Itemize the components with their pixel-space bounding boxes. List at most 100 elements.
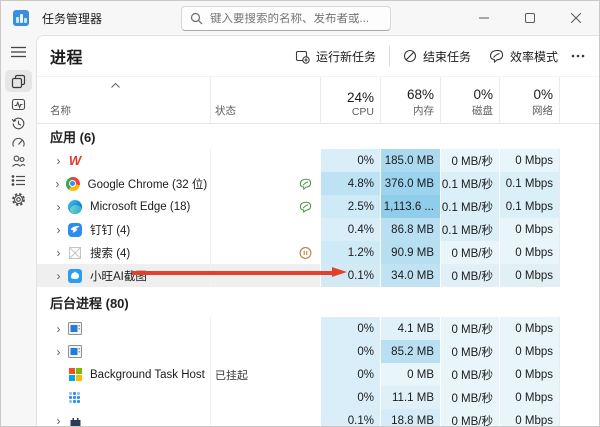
menu-icon — [11, 46, 26, 58]
sort-ascending-icon — [111, 83, 120, 88]
title-bar: 任务管理器 — [1, 1, 599, 35]
disk-cell: 0 MB/秒 — [440, 363, 499, 386]
cpu-cell: 0.4% — [320, 218, 380, 241]
users-icon — [11, 154, 26, 168]
network-cell: 0 Mbps — [499, 241, 559, 264]
expand-chevron-icon[interactable]: › — [50, 224, 67, 236]
disk-cell: 0 MB/秒 — [440, 241, 499, 264]
table-row-bg-2[interactable]: › 0% 85.2 MB 0 MB/秒 0 Mbps — [37, 340, 599, 363]
end-task-icon — [403, 49, 417, 63]
sidebar-item-startup-apps[interactable] — [5, 133, 32, 151]
column-header-network[interactable]: 0% 网络 — [499, 77, 559, 123]
network-cell: 0 Mbps — [499, 386, 559, 409]
cpu-cell: 0% — [320, 149, 380, 172]
network-cell: 0 Mbps — [499, 149, 559, 172]
table-row-background-task-host[interactable]: › Background Task Host 已挂起 0% 0 MB 0 MB/… — [37, 363, 599, 386]
sidebar-item-processes[interactable] — [5, 70, 32, 92]
sidebar-item-performance[interactable] — [5, 95, 32, 113]
network-cell: 0 Mbps — [499, 218, 559, 241]
close-button[interactable] — [553, 1, 599, 35]
run-new-task-icon — [295, 49, 310, 64]
section-header-background[interactable]: 后台进程 (80) — [37, 287, 599, 317]
section-header-apps[interactable]: 应用 (6) — [37, 124, 599, 149]
end-task-button[interactable]: 结束任务 — [394, 43, 480, 70]
efficiency-mode-icon — [489, 49, 504, 63]
disk-cell: 0.1 MB/秒 — [440, 195, 499, 218]
memory-cell: 185.0 MB — [380, 149, 440, 172]
ms-logo-icon — [67, 367, 83, 383]
expand-chevron-icon[interactable]: › — [50, 178, 65, 190]
table-row-wps[interactable]: › W 0% 185.0 MB 0 MB/秒 0 Mbps — [37, 149, 599, 172]
sidebar-item-services[interactable] — [5, 190, 32, 208]
memory-cell: 86.8 MB — [380, 218, 440, 241]
memory-cell: 1,113.6 ... — [380, 195, 440, 218]
end-task-label: 结束任务 — [423, 48, 471, 65]
memory-cell: 18.8 MB — [380, 409, 440, 427]
search-icon — [190, 12, 203, 25]
memory-cell: 85.2 MB — [380, 340, 440, 363]
table-row-search[interactable]: › 搜索 (4) 1.2% 90.9 MB 0 MB/秒 0 Mbps — [37, 241, 599, 264]
table-row-edge[interactable]: › Microsoft Edge (18) 2.5% 1,113.6 ... 0… — [37, 195, 599, 218]
sidebar-item-details[interactable] — [5, 171, 32, 189]
disk-cell: 0 MB/秒 — [440, 317, 499, 340]
expand-chevron-icon[interactable]: › — [50, 201, 67, 213]
expand-chevron-icon[interactable]: › — [50, 247, 67, 259]
edge-icon — [67, 199, 83, 215]
column-header-name[interactable]: 名称 — [37, 77, 210, 123]
minimize-button[interactable] — [461, 1, 507, 35]
column-header-disk[interactable]: 0% 磁盘 — [440, 77, 499, 123]
sidebar-item-users[interactable] — [5, 152, 32, 170]
network-cell: 0 Mbps — [499, 340, 559, 363]
network-cell: 0 Mbps — [499, 264, 559, 287]
maximize-button[interactable] — [507, 1, 553, 35]
efficiency-leaf-icon — [299, 178, 312, 190]
memory-cell: 4.1 MB — [380, 317, 440, 340]
disk-cell: 0 MB/秒 — [440, 149, 499, 172]
expand-chevron-icon[interactable]: › — [50, 323, 67, 335]
cpu-cell: 0% — [320, 317, 380, 340]
disk-cell: 0 MB/秒 — [440, 409, 499, 427]
disk-cell: 0 MB/秒 — [440, 386, 499, 409]
network-cell: 0 Mbps — [499, 409, 559, 427]
table-row-bg-1[interactable]: › 0% 4.1 MB 0 MB/秒 0 Mbps — [37, 317, 599, 340]
table-header: 名称 状态 24% CPU 68% 内存 0% 磁盘 0% 网络 — [37, 76, 599, 124]
memory-cell: 376.0 MB — [380, 172, 440, 195]
network-cell: 0.1 Mbps — [499, 195, 559, 218]
cpu-cell: 0% — [320, 386, 380, 409]
dots-grid-icon — [67, 390, 83, 406]
disk-cell: 0 MB/秒 — [440, 264, 499, 287]
more-options-button[interactable] — [567, 49, 589, 63]
table-row-bg-4[interactable]: › 0% 11.1 MB 0 MB/秒 0 Mbps — [37, 386, 599, 409]
search-box[interactable] — [181, 6, 391, 31]
sidebar-item-menu[interactable] — [5, 43, 32, 61]
expand-chevron-icon[interactable]: › — [50, 346, 67, 358]
disk-cell: 0.1 MB/秒 — [440, 218, 499, 241]
status-text: 已挂起 — [215, 367, 248, 383]
table-row-xiaowang[interactable]: › 小旺AI截图 0.1% 34.0 MB 0 MB/秒 0 Mbps — [37, 264, 599, 287]
column-header-cpu[interactable]: 24% CPU — [320, 77, 380, 123]
column-header-memory[interactable]: 68% 内存 — [380, 77, 440, 123]
processes-icon — [11, 74, 26, 89]
efficiency-mode-button[interactable]: 效率模式 — [480, 43, 567, 70]
expand-chevron-icon[interactable]: › — [50, 270, 67, 282]
task-manager-window: 任务管理器 — [0, 0, 600, 427]
search-input[interactable] — [210, 13, 382, 25]
cpu-cell: 0% — [320, 363, 380, 386]
content-panel: 进程 运行新任务 结束任务 效率模式 名称 — [36, 35, 599, 427]
memory-cell: 90.9 MB — [380, 241, 440, 264]
network-cell: 0 Mbps — [499, 317, 559, 340]
column-header-status[interactable]: 状态 — [210, 77, 320, 123]
run-new-task-button[interactable]: 运行新任务 — [286, 43, 385, 70]
expand-chevron-icon[interactable]: › — [50, 155, 67, 167]
sidebar-item-app-history[interactable] — [5, 114, 32, 132]
dingtalk-icon — [67, 222, 83, 238]
disk-cell: 0 MB/秒 — [440, 340, 499, 363]
cpu-cell: 4.8% — [320, 172, 380, 195]
toolbar: 进程 运行新任务 结束任务 效率模式 — [37, 36, 599, 76]
table-row-dingtalk[interactable]: › 钉钉 (4) 0.4% 86.8 MB 0.1 MB/秒 0 Mbps — [37, 218, 599, 241]
expand-chevron-icon[interactable]: › — [50, 415, 67, 427]
wps-icon: W — [67, 153, 83, 169]
table-row-bg-5[interactable]: › 0.1% 18.8 MB 0 MB/秒 0 Mbps — [37, 409, 599, 427]
xiaowang-icon — [67, 268, 83, 284]
table-row-chrome[interactable]: › Google Chrome (32 位) (11) 4.8% 376.0 M… — [37, 172, 599, 195]
